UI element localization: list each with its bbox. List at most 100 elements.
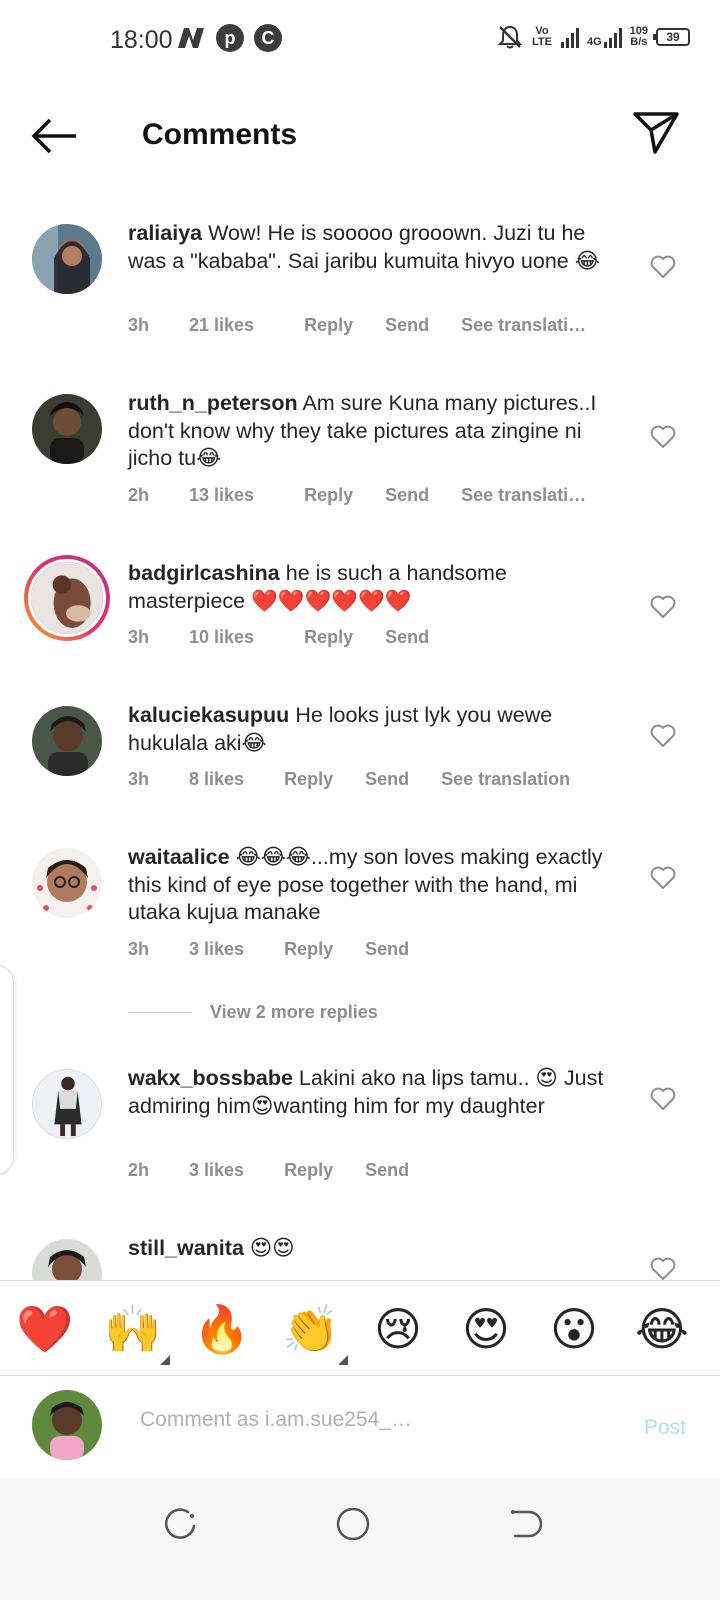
comment-username[interactable]: badgirlcashina	[128, 561, 280, 585]
emoji-tears-of-joy[interactable]: 😂	[634, 1301, 690, 1357]
emoji-fire[interactable]: 🔥	[193, 1301, 250, 1357]
skin-tone-indicator	[338, 1355, 348, 1365]
see-translation-button[interactable]: See translation	[441, 769, 570, 790]
comment-time: 2h	[128, 485, 150, 505]
current-user-avatar	[32, 1390, 102, 1460]
emoji-surprised[interactable]: 😮	[546, 1301, 602, 1357]
comment-input[interactable]	[140, 1408, 570, 1432]
heart-icon[interactable]	[650, 595, 676, 619]
emoji-raised-hands[interactable]: 🙌	[104, 1301, 170, 1365]
paper-plane-icon	[633, 112, 679, 154]
comment-text: badgirlcashina he is such a handsome mas…	[128, 560, 618, 615]
send-button[interactable]: Send	[385, 627, 429, 648]
network-type: 4G	[586, 36, 602, 48]
comment-text: raliaiya Wow! He is sooooo grooown. Juzi…	[128, 220, 618, 275]
heart-icon[interactable]	[650, 1257, 676, 1280]
avatar[interactable]	[32, 394, 102, 464]
likes-count[interactable]: 13 likes	[189, 485, 254, 506]
comment-username[interactable]: wakx_bossbabe	[128, 1066, 293, 1090]
send-button[interactable]: Send	[365, 769, 409, 790]
n-app-icon	[176, 25, 206, 51]
likes-count[interactable]: 21 likes	[189, 315, 254, 336]
likes-count[interactable]: 3 likes	[189, 1160, 244, 1181]
see-translation-button[interactable]: See translati…	[461, 485, 586, 506]
replies-divider	[128, 1012, 192, 1013]
view-more-replies-label: View 2 more replies	[210, 1002, 378, 1022]
avatar[interactable]	[32, 1069, 102, 1139]
see-translation-button[interactable]: See translati…	[461, 315, 586, 336]
likes-count[interactable]: 8 likes	[189, 769, 244, 790]
volte-label: Vo LTE	[531, 25, 552, 48]
comment-text: waitaalice 😂😂😂...my son loves making exa…	[128, 844, 618, 927]
comment-time: 3h	[128, 315, 150, 335]
send-button[interactable]: Send	[365, 939, 409, 960]
send-button[interactable]: Send	[385, 485, 429, 506]
send-button[interactable]: Send	[385, 315, 429, 336]
emoji-heart-eyes[interactable]: 😍	[458, 1301, 514, 1357]
comment-username[interactable]: kaluciekasupuu	[128, 703, 289, 727]
comment-content: 😍😍	[249, 1236, 295, 1260]
back-button[interactable]	[30, 116, 80, 156]
reply-button[interactable]: Reply	[304, 315, 353, 336]
likes-count[interactable]: 10 likes	[189, 627, 254, 648]
reply-button[interactable]: Reply	[284, 939, 333, 960]
post-button[interactable]: Post	[644, 1416, 686, 1440]
header: Comments	[0, 90, 720, 180]
status-time: 18:00	[110, 26, 173, 54]
comment-text: still_wanita 😍😍	[128, 1235, 618, 1263]
heart-icon[interactable]	[650, 1087, 676, 1111]
data-speed: 109 B/s	[630, 26, 648, 48]
comment-time: 3h	[128, 939, 150, 959]
recents-icon[interactable]	[158, 1502, 202, 1546]
comment-time: 2h	[128, 1160, 150, 1180]
arrow-left-icon	[31, 118, 76, 154]
heart-icon[interactable]	[650, 425, 676, 449]
status-icons: Vo LTE 4G 109 B/s 39	[497, 24, 690, 50]
view-more-replies-button[interactable]: View 2 more replies	[128, 1002, 378, 1023]
emoji-heart[interactable]: ❤️	[16, 1301, 73, 1357]
c-app-icon: C	[254, 24, 282, 52]
signal-icon	[560, 26, 579, 48]
emoji-bar: ❤️ 🙌 🔥 👏 😢 😍 😮 😂	[0, 1280, 720, 1376]
home-circle-icon[interactable]	[331, 1502, 375, 1546]
comment-username[interactable]: ruth_n_peterson	[128, 391, 298, 415]
side-edge-tab[interactable]	[0, 965, 14, 1175]
heart-icon[interactable]	[650, 866, 676, 890]
reply-button[interactable]: Reply	[284, 1160, 333, 1181]
signal-icon-2	[603, 26, 622, 48]
reply-button[interactable]: Reply	[284, 769, 333, 790]
battery-icon: 39	[653, 28, 690, 46]
reply-button[interactable]: Reply	[304, 485, 353, 506]
mute-notifications-icon	[497, 25, 523, 49]
heart-icon[interactable]	[650, 255, 676, 279]
comment-text: ruth_n_peterson Am sure Kuna many pictur…	[128, 390, 618, 473]
skin-tone-indicator	[160, 1355, 170, 1365]
comments-list[interactable]: raliaiya Wow! He is sooooo grooown. Juzi…	[0, 210, 720, 1280]
emoji-clapping-hands[interactable]: 👏	[282, 1301, 348, 1365]
avatar[interactable]	[32, 848, 102, 918]
back-nav-icon[interactable]	[503, 1502, 547, 1546]
comment-username[interactable]: still_wanita	[128, 1236, 244, 1260]
comment-username[interactable]: waitaalice	[128, 845, 230, 869]
page-title: Comments	[142, 118, 298, 151]
data-speed-unit: B/s	[630, 36, 648, 48]
emoji-clapping-hands-glyph: 👏	[282, 1303, 340, 1355]
comment-text: kaluciekasupuu He looks just lyk you wew…	[128, 702, 618, 757]
comment-time: 3h	[128, 627, 150, 647]
comment-time: 3h	[128, 769, 150, 789]
emoji-crying[interactable]: 😢	[370, 1301, 426, 1357]
share-button[interactable]	[632, 110, 680, 156]
comment-composer: Post	[0, 1378, 720, 1478]
system-nav-bar	[0, 1478, 720, 1600]
avatar[interactable]	[32, 1239, 102, 1280]
heart-icon[interactable]	[650, 724, 676, 748]
send-button[interactable]: Send	[365, 1160, 409, 1181]
comment-username[interactable]: raliaiya	[128, 221, 202, 245]
avatar-with-story-ring[interactable]	[24, 555, 110, 641]
emoji-raised-hands-glyph: 🙌	[104, 1303, 162, 1355]
reply-button[interactable]: Reply	[304, 627, 353, 648]
status-bar: 18:00 p C Vo LTE 4G 109 B/s 39	[0, 0, 720, 80]
avatar[interactable]	[32, 224, 102, 294]
likes-count[interactable]: 3 likes	[189, 939, 244, 960]
avatar[interactable]	[32, 706, 102, 776]
